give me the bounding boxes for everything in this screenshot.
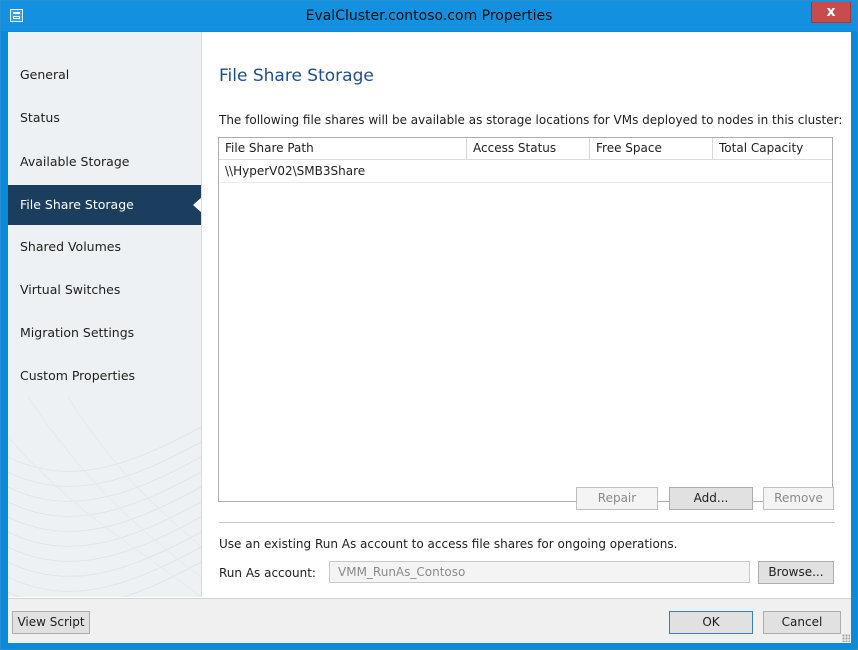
title-bar[interactable]: EvalCluster.contoso.com Properties x: [1, 1, 857, 31]
sidebar: General Status Available Storage File Sh…: [8, 32, 202, 597]
resize-grip-icon[interactable]: [842, 634, 850, 642]
column-header-free-space[interactable]: Free Space: [590, 138, 713, 159]
file-share-table[interactable]: File Share Path Access Status Free Space…: [218, 137, 833, 502]
sidebar-item-file-share-storage[interactable]: File Share Storage: [8, 185, 201, 225]
cancel-button[interactable]: Cancel: [763, 611, 841, 634]
column-header-file-share-path[interactable]: File Share Path: [219, 138, 467, 159]
sidebar-item-migration-settings[interactable]: Migration Settings: [8, 313, 201, 353]
column-header-total-capacity[interactable]: Total Capacity: [713, 138, 832, 159]
sidebar-item-status[interactable]: Status: [8, 98, 201, 138]
properties-window: EvalCluster.contoso.com Properties x Gen…: [0, 0, 858, 650]
repair-button[interactable]: Repair: [576, 487, 658, 510]
cell-file-share-path: \\HyperV02\SMB3Share: [225, 164, 366, 178]
runas-description: Use an existing Run As account to access…: [219, 537, 678, 551]
file-shares-description: The following file shares will be availa…: [219, 113, 843, 127]
table-row[interactable]: \\HyperV02\SMB3Share: [219, 160, 832, 183]
runas-account-field[interactable]: VMM_RunAs_Contoso: [329, 561, 750, 583]
browse-button[interactable]: Browse...: [758, 561, 834, 584]
sidebar-item-virtual-switches[interactable]: Virtual Switches: [8, 270, 201, 310]
column-header-access-status[interactable]: Access Status: [467, 138, 590, 159]
view-script-button[interactable]: View Script: [12, 611, 90, 634]
table-header: File Share Path Access Status Free Space…: [219, 138, 832, 160]
close-button[interactable]: x: [811, 2, 851, 23]
add-button[interactable]: Add...: [669, 487, 753, 510]
sidebar-item-shared-volumes[interactable]: Shared Volumes: [8, 227, 201, 267]
section-divider: [219, 522, 835, 523]
sidebar-item-general[interactable]: General: [8, 55, 201, 95]
runas-label: Run As account:: [219, 566, 316, 580]
ok-button[interactable]: OK: [669, 611, 753, 634]
window-title: EvalCluster.contoso.com Properties: [305, 8, 553, 24]
dialog-footer: View Script OK Cancel: [8, 598, 851, 643]
sidebar-decoration: [8, 397, 201, 597]
sidebar-item-custom-properties[interactable]: Custom Properties: [8, 356, 201, 396]
remove-button[interactable]: Remove: [763, 487, 834, 510]
dialog-client-area: General Status Available Storage File Sh…: [8, 32, 851, 643]
page-title: File Share Storage: [219, 66, 374, 86]
sidebar-item-available-storage[interactable]: Available Storage: [8, 142, 201, 182]
